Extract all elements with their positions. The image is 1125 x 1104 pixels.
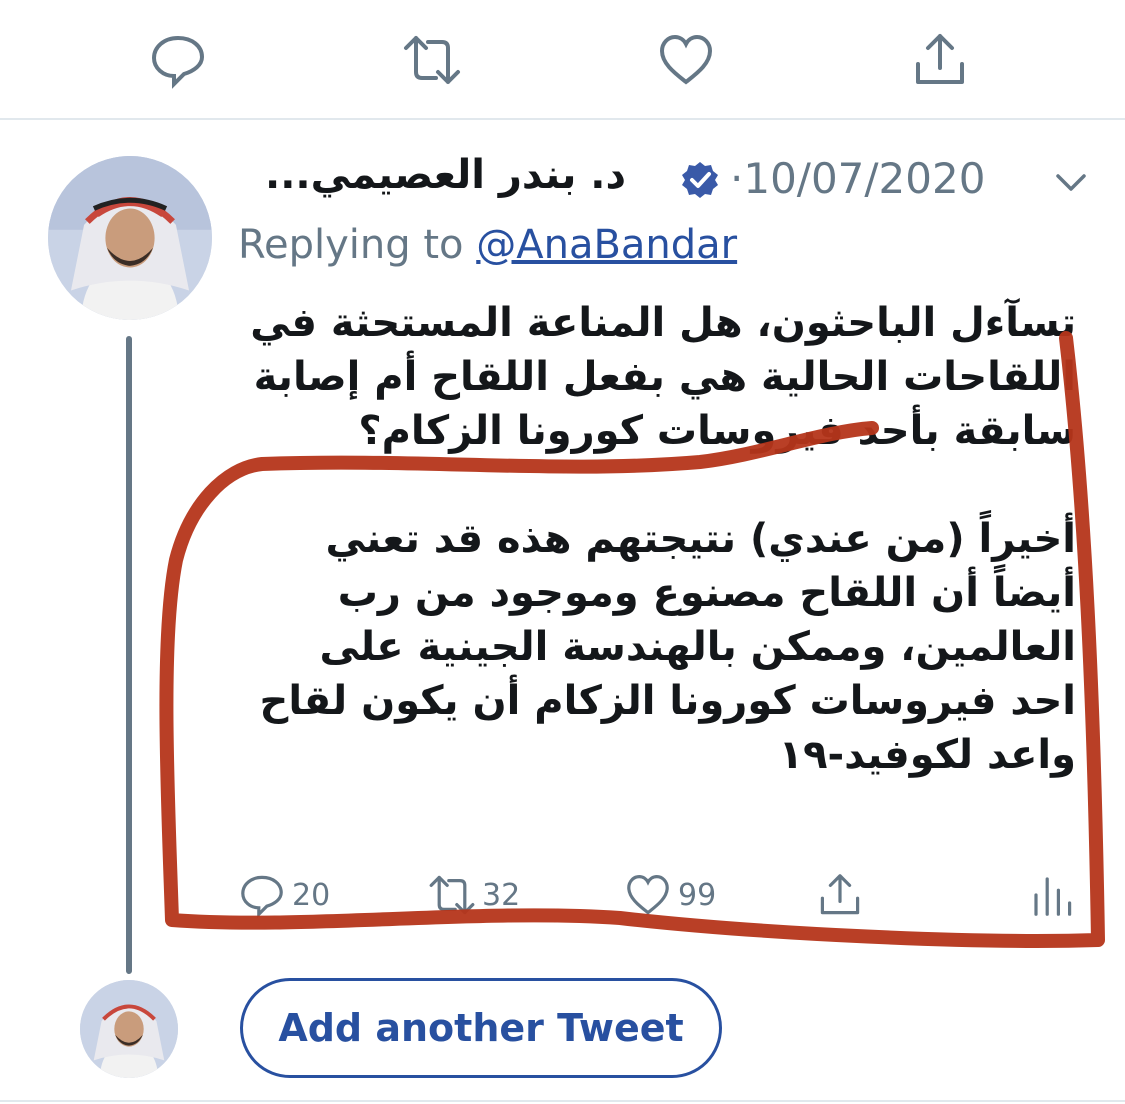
like-count: 99 xyxy=(678,877,717,913)
chevron-down-icon[interactable] xyxy=(1052,164,1090,202)
reply-action[interactable]: 20 xyxy=(238,870,330,920)
share-icon xyxy=(820,874,860,915)
like-icon[interactable] xyxy=(656,30,716,90)
retweet-action[interactable]: 32 xyxy=(428,870,520,920)
thread-line xyxy=(126,336,132,974)
tweet-text: تسآءل الباحثون، هل المناعة المستحثة في ا… xyxy=(240,296,1076,782)
like-icon xyxy=(627,874,669,915)
author-name[interactable]: د. بندر العصيمي... xyxy=(265,152,626,198)
top-action-bar xyxy=(0,0,1125,120)
like-action[interactable]: 99 xyxy=(624,870,716,920)
date-text: 10/07/2020 xyxy=(743,154,986,203)
composer-avatar[interactable] xyxy=(80,980,178,1078)
analytics-action[interactable] xyxy=(1028,870,1082,920)
replying-prefix: Replying to xyxy=(238,222,477,268)
author-avatar[interactable] xyxy=(48,156,212,320)
retweet-count: 32 xyxy=(482,877,521,913)
tweet-header: د. بندر العصيمي... ·10/07/2020 xyxy=(236,150,1096,210)
verified-badge-icon xyxy=(680,160,720,200)
reply-count: 20 xyxy=(292,877,331,913)
retweet-icon[interactable] xyxy=(402,30,462,90)
analytics-icon xyxy=(1034,877,1072,916)
tweet-action-row: 20 32 99 xyxy=(238,870,1078,930)
bottom-divider xyxy=(0,1100,1125,1102)
replying-to: Replying to @AnaBandar xyxy=(238,222,737,268)
retweet-icon xyxy=(429,875,475,915)
replying-handle-link[interactable]: @AnaBandar xyxy=(476,222,737,268)
share-icon[interactable] xyxy=(910,30,970,90)
add-another-tweet-button[interactable]: Add another Tweet xyxy=(240,978,722,1078)
reply-icon xyxy=(241,875,283,919)
tweet-paragraph-1: تسآءل الباحثون، هل المناعة المستحثة في ا… xyxy=(250,300,1076,454)
share-action[interactable] xyxy=(816,870,870,920)
date-separator: · xyxy=(730,154,744,203)
tweet-paragraph-2: أخيراً (من عندي) نتيجتهم هذه قد تعني أيض… xyxy=(259,516,1076,778)
tweet-date[interactable]: ·10/07/2020 xyxy=(730,154,985,203)
reply-icon[interactable] xyxy=(148,30,208,90)
